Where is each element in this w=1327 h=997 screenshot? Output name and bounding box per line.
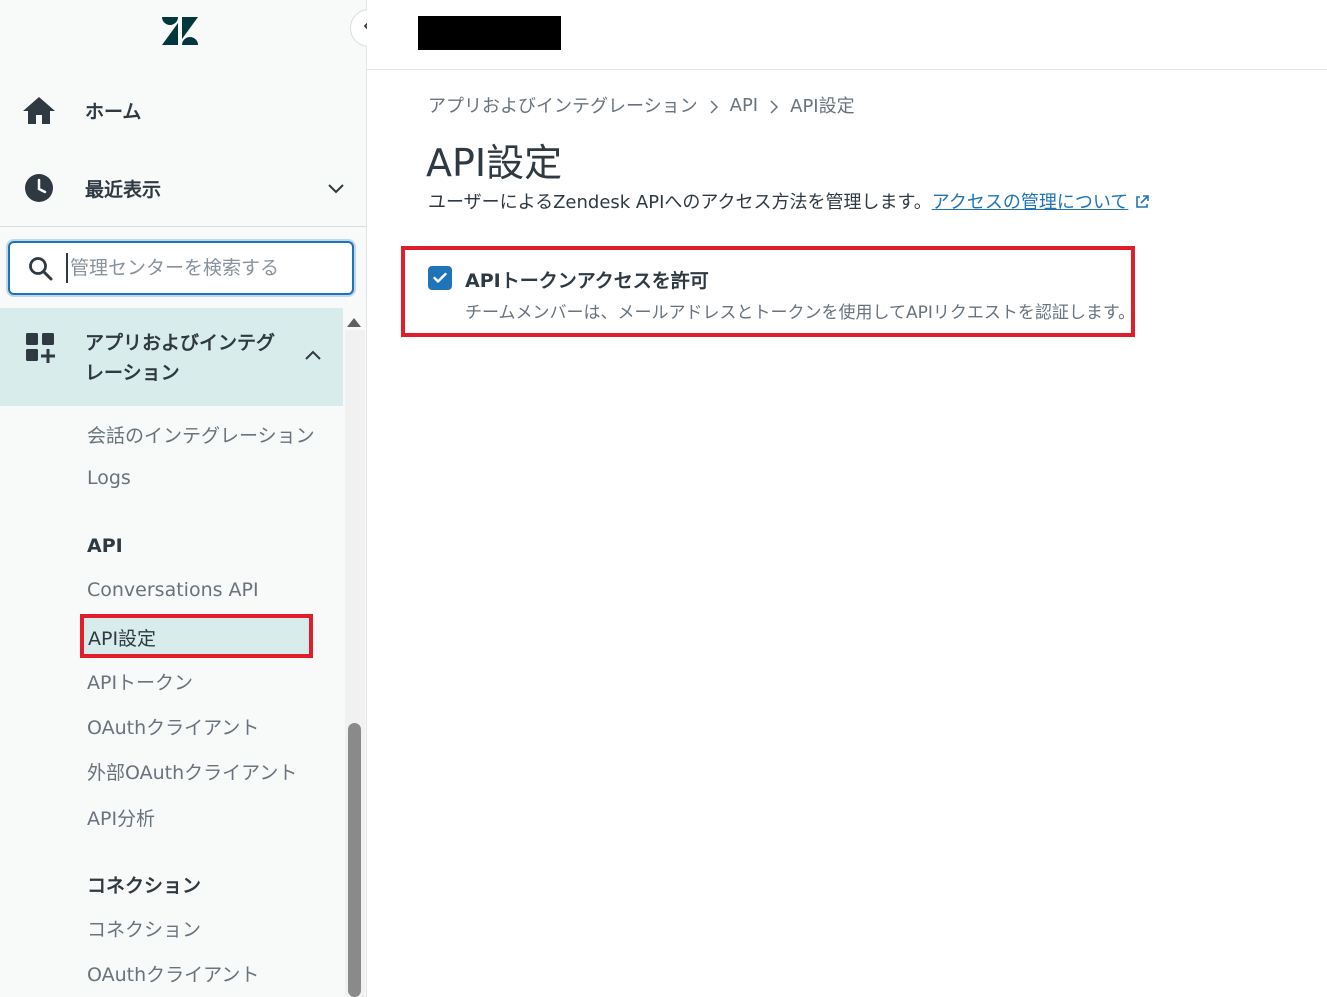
clock-icon [22, 171, 56, 205]
sidebar-item-connections[interactable]: コネクション [87, 915, 201, 942]
nav-home-label: ホーム [85, 100, 142, 123]
search-input[interactable] [66, 253, 346, 283]
sidebar-item-api-tokens[interactable]: APIトークン [87, 668, 193, 695]
page-description: ユーザーによるZendesk APIへのアクセス方法を管理します。アクセスの管理… [428, 188, 1150, 214]
nav-recent-label: 最近表示 [85, 178, 162, 201]
sidebar-item-api-analytics[interactable]: API分析 [87, 804, 155, 831]
breadcrumb-item-api[interactable]: API [730, 95, 758, 116]
api-token-access-checkbox[interactable] [428, 266, 452, 290]
page-title: API設定 [426, 141, 563, 185]
sidebar-item-conversations-api[interactable]: Conversations API [87, 579, 259, 601]
api-token-access-hint: チームメンバーは、メールアドレスとトークンを使用してAPIリクエストを認証します… [465, 303, 1136, 323]
chevron-right-icon [708, 98, 720, 114]
page-description-text: ユーザーによるZendesk APIへのアクセス方法を管理します。 [428, 192, 932, 213]
chevron-up-icon[interactable] [303, 346, 323, 366]
sidebar-item-logs[interactable]: Logs [87, 467, 131, 489]
redacted-account-name [418, 16, 561, 50]
sidebar-item-api-settings[interactable]: API設定 [80, 614, 313, 658]
checkmark-icon [433, 269, 447, 288]
nav-apps-integrations[interactable]: アプリおよびインテグレーション [0, 308, 343, 406]
api-token-access-label[interactable]: APIトークンアクセスを許可 [465, 266, 709, 293]
nav-home[interactable]: ホーム [0, 82, 343, 138]
chevron-down-icon[interactable] [326, 178, 346, 198]
sidebar-heading-connections: コネクション [87, 875, 202, 897]
search-box[interactable] [8, 241, 354, 295]
external-link-icon [1134, 194, 1150, 210]
nav-recent[interactable]: 最近表示 [0, 160, 346, 216]
home-icon [22, 93, 56, 127]
sidebar-scrollbar-thumb[interactable] [348, 723, 361, 997]
search-icon [28, 256, 54, 282]
manage-access-link[interactable]: アクセスの管理について [932, 192, 1129, 213]
api-token-access-setting: APIトークンアクセスを許可 チームメンバーは、メールアドレスとトークンを使用し… [401, 246, 1135, 337]
breadcrumb-item-current: API設定 [790, 96, 855, 117]
sidebar-item-conversation-integrations[interactable]: 会話のインテグレーション [87, 421, 315, 448]
manage-access-link-text: アクセスの管理について [931, 192, 1129, 213]
sidebar-heading-api: API [87, 535, 123, 557]
sidebar-item-oauth-clients-2[interactable]: OAuthクライアント [87, 960, 259, 987]
sidebar-item-external-oauth-clients[interactable]: 外部OAuthクライアント [87, 758, 297, 785]
chevron-right-icon [768, 98, 780, 114]
top-bar [367, 0, 1327, 70]
breadcrumb: アプリおよびインテグレーション API API設定 [428, 92, 855, 118]
nav-apps-label: アプリおよびインテグレーション [85, 332, 276, 384]
scroll-up-arrow-icon[interactable] [346, 313, 362, 327]
apps-add-icon [25, 332, 57, 364]
sidebar-item-api-settings-label: API設定 [88, 628, 157, 650]
sidebar-divider [0, 226, 366, 227]
zendesk-logo[interactable] [160, 15, 200, 47]
sidebar: ホーム 最近表示 アプリおよびインテグレーション 会話の [0, 0, 367, 997]
sidebar-item-oauth-clients[interactable]: OAuthクライアント [87, 713, 259, 740]
breadcrumb-item-apps[interactable]: アプリおよびインテグレーション [428, 92, 698, 118]
